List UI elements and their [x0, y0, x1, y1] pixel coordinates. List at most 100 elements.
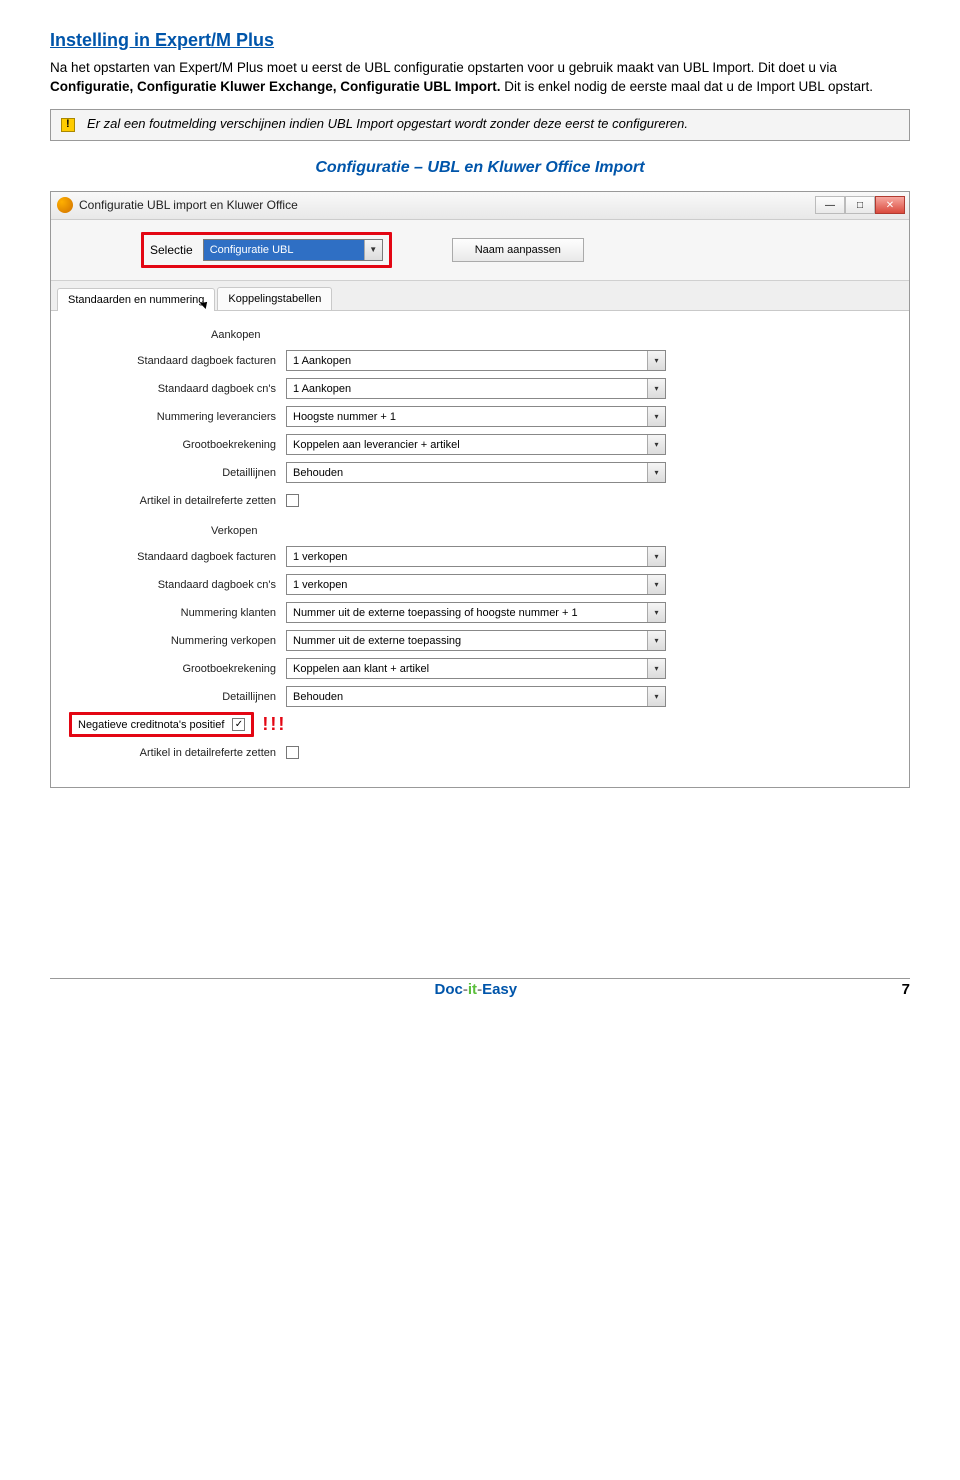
chk-aank-artref[interactable] [286, 494, 299, 507]
chk-vk-artref[interactable] [286, 746, 299, 759]
dd-aank-numlev-val: Hoogste nummer + 1 [293, 411, 396, 423]
window-buttons: — □ ✕ [815, 196, 905, 214]
dd-vk-fact[interactable]: 1 verkopen ▾ [286, 546, 666, 567]
row-aank-numlev: Nummering leveranciers Hoogste nummer + … [61, 403, 899, 431]
brand-doc: Doc [435, 981, 463, 998]
intro-bold: Configuratie, Configuratie Kluwer Exchan… [50, 79, 501, 94]
brand-easy: Easy [482, 981, 517, 998]
exclamation-marker: !!! [262, 714, 286, 735]
tab-standaarden[interactable]: Standaarden en nummering [57, 288, 215, 311]
label-std-fact-vk: Standaard dagboek facturen [61, 551, 286, 563]
intro-text-1: Na het opstarten van Expert/M Plus moet … [50, 60, 837, 75]
intro-text-3: Dit is enkel nodig de eerste maal dat u … [501, 79, 873, 94]
chevron-down-icon: ▾ [647, 687, 665, 706]
intro-paragraph: Na het opstarten van Expert/M Plus moet … [50, 59, 910, 97]
chevron-down-icon: ▾ [647, 603, 665, 622]
brand-logo: Doc-it-Easy [435, 981, 518, 998]
maximize-button[interactable]: □ [845, 196, 875, 214]
dd-vk-gb-val: Koppelen aan klant + artikel [293, 663, 429, 675]
row-vk-numkl: Nummering klanten Nummer uit de externe … [61, 599, 899, 627]
label-grootboek: Grootboekrekening [61, 439, 286, 451]
dd-aank-numlev[interactable]: Hoogste nummer + 1 ▾ [286, 406, 666, 427]
chevron-down-icon: ▾ [647, 379, 665, 398]
chevron-down-icon: ▾ [647, 547, 665, 566]
chevron-down-icon: ▼ [364, 240, 382, 260]
brand-it: it [468, 981, 477, 998]
dd-vk-numvk[interactable]: Nummer uit de externe toepassing ▾ [286, 630, 666, 651]
label-std-fact: Standaard dagboek facturen [61, 355, 286, 367]
label-neg-cn: Negatieve creditnota's positief [78, 719, 224, 731]
window-title: Configuratie UBL import en Kluwer Office [79, 198, 815, 212]
dd-aank-fact[interactable]: 1 Aankopen▾ [286, 350, 666, 371]
chevron-down-icon: ▾ [647, 435, 665, 454]
dd-aank-cn-val: 1 Aankopen [293, 383, 351, 395]
row-aank-det: Detaillijnen Behouden ▾ [61, 459, 899, 487]
label-std-cn-vk: Standaard dagboek cn's [61, 579, 286, 591]
dd-vk-numkl-val: Nummer uit de externe toepassing of hoog… [293, 607, 578, 619]
rename-button[interactable]: Naam aanpassen [452, 238, 584, 262]
tabs: Standaarden en nummering Koppelingstabel… [51, 281, 909, 311]
label-detail: Detaillijnen [61, 467, 286, 479]
dd-vk-numkl[interactable]: Nummer uit de externe toepassing of hoog… [286, 602, 666, 623]
selection-dropdown[interactable]: Configuratie UBL ▼ [203, 239, 383, 261]
row-vk-artref: Artikel in detailreferte zetten [61, 739, 899, 767]
warning-text: Er zal een foutmelding verschijnen indie… [87, 116, 688, 131]
chevron-down-icon: ▾ [647, 631, 665, 650]
row-vk-gb: Grootboekrekening Koppelen aan klant + a… [61, 655, 899, 683]
chevron-down-icon: ▾ [647, 575, 665, 594]
chevron-down-icon: ▾ [647, 407, 665, 426]
warning-icon [61, 118, 75, 132]
dd-vk-fact-val: 1 verkopen [293, 551, 347, 563]
dd-vk-cn[interactable]: 1 verkopen ▾ [286, 574, 666, 595]
row-vk-det: Detaillijnen Behouden ▾ [61, 683, 899, 711]
dd-aank-gb[interactable]: Koppelen aan leverancier + artikel ▾ [286, 434, 666, 455]
section-verkopen: Verkopen [61, 515, 899, 543]
dd-aank-det[interactable]: Behouden ▾ [286, 462, 666, 483]
form-area: Aankopen Standaard dagboek facturen 1 Aa… [51, 311, 909, 787]
page-footer: Doc-it-Easy 7 [50, 979, 910, 998]
dd-vk-numvk-val: Nummer uit de externe toepassing [293, 635, 461, 647]
selection-value: Configuratie UBL [210, 244, 294, 256]
selection-label: Selectie [150, 243, 193, 257]
close-button[interactable]: ✕ [875, 196, 905, 214]
dd-aank-gb-val: Koppelen aan leverancier + artikel [293, 439, 460, 451]
chevron-down-icon: ▾ [647, 351, 665, 370]
label-std-cn: Standaard dagboek cn's [61, 383, 286, 395]
label-num-lev: Nummering leveranciers [61, 411, 286, 423]
label-num-vk: Nummering verkopen [61, 635, 286, 647]
dd-aank-det-val: Behouden [293, 467, 343, 479]
section-aankopen: Aankopen [61, 319, 899, 347]
row-aank-artref: Artikel in detailreferte zetten [61, 487, 899, 515]
row-vk-cn: Standaard dagboek cn's 1 verkopen ▾ [61, 571, 899, 599]
chevron-down-icon: ▾ [647, 659, 665, 678]
dd-aank-cn[interactable]: 1 Aankopen ▾ [286, 378, 666, 399]
label-art-ref-vk: Artikel in detailreferte zetten [61, 747, 286, 759]
page-number: 7 [902, 981, 910, 998]
dd-vk-cn-val: 1 verkopen [293, 579, 347, 591]
row-aank-cn: Standaard dagboek cn's 1 Aankopen ▾ [61, 375, 899, 403]
neg-cn-highlight: Negatieve creditnota's positief [69, 712, 254, 737]
label-grootboek-vk: Grootboekrekening [61, 663, 286, 675]
dd-vk-det[interactable]: Behouden ▾ [286, 686, 666, 707]
selection-toolbar: Selectie Configuratie UBL ▼ Naam aanpass… [51, 220, 909, 281]
minimize-button[interactable]: — [815, 196, 845, 214]
tab-label-1: Standaarden en nummering [68, 294, 204, 306]
titlebar: Configuratie UBL import en Kluwer Office… [51, 192, 909, 220]
row-vk-fact: Standaard dagboek facturen 1 verkopen ▾ [61, 543, 899, 571]
chk-neg-cn[interactable] [232, 718, 245, 731]
selection-highlight: Selectie Configuratie UBL ▼ [141, 232, 392, 268]
row-vk-numvk: Nummering verkopen Nummer uit de externe… [61, 627, 899, 655]
page-heading: Instelling in Expert/M Plus [50, 30, 910, 51]
label-art-ref: Artikel in detailreferte zetten [61, 495, 286, 507]
label-detail-vk: Detaillijnen [61, 691, 286, 703]
tab-koppelingstabellen[interactable]: Koppelingstabellen [217, 287, 332, 310]
config-window: Configuratie UBL import en Kluwer Office… [50, 191, 910, 788]
row-aank-gb: Grootboekrekening Koppelen aan leveranci… [61, 431, 899, 459]
dd-vk-gb[interactable]: Koppelen aan klant + artikel ▾ [286, 658, 666, 679]
label-num-kl: Nummering klanten [61, 607, 286, 619]
row-aank-fact: Standaard dagboek facturen 1 Aankopen▾ [61, 347, 899, 375]
row-neg-cn: Negatieve creditnota's positief !!! [61, 711, 899, 739]
config-subtitle: Configuratie – UBL en Kluwer Office Impo… [50, 159, 910, 177]
dd-vk-det-val: Behouden [293, 691, 343, 703]
chevron-down-icon: ▾ [647, 463, 665, 482]
